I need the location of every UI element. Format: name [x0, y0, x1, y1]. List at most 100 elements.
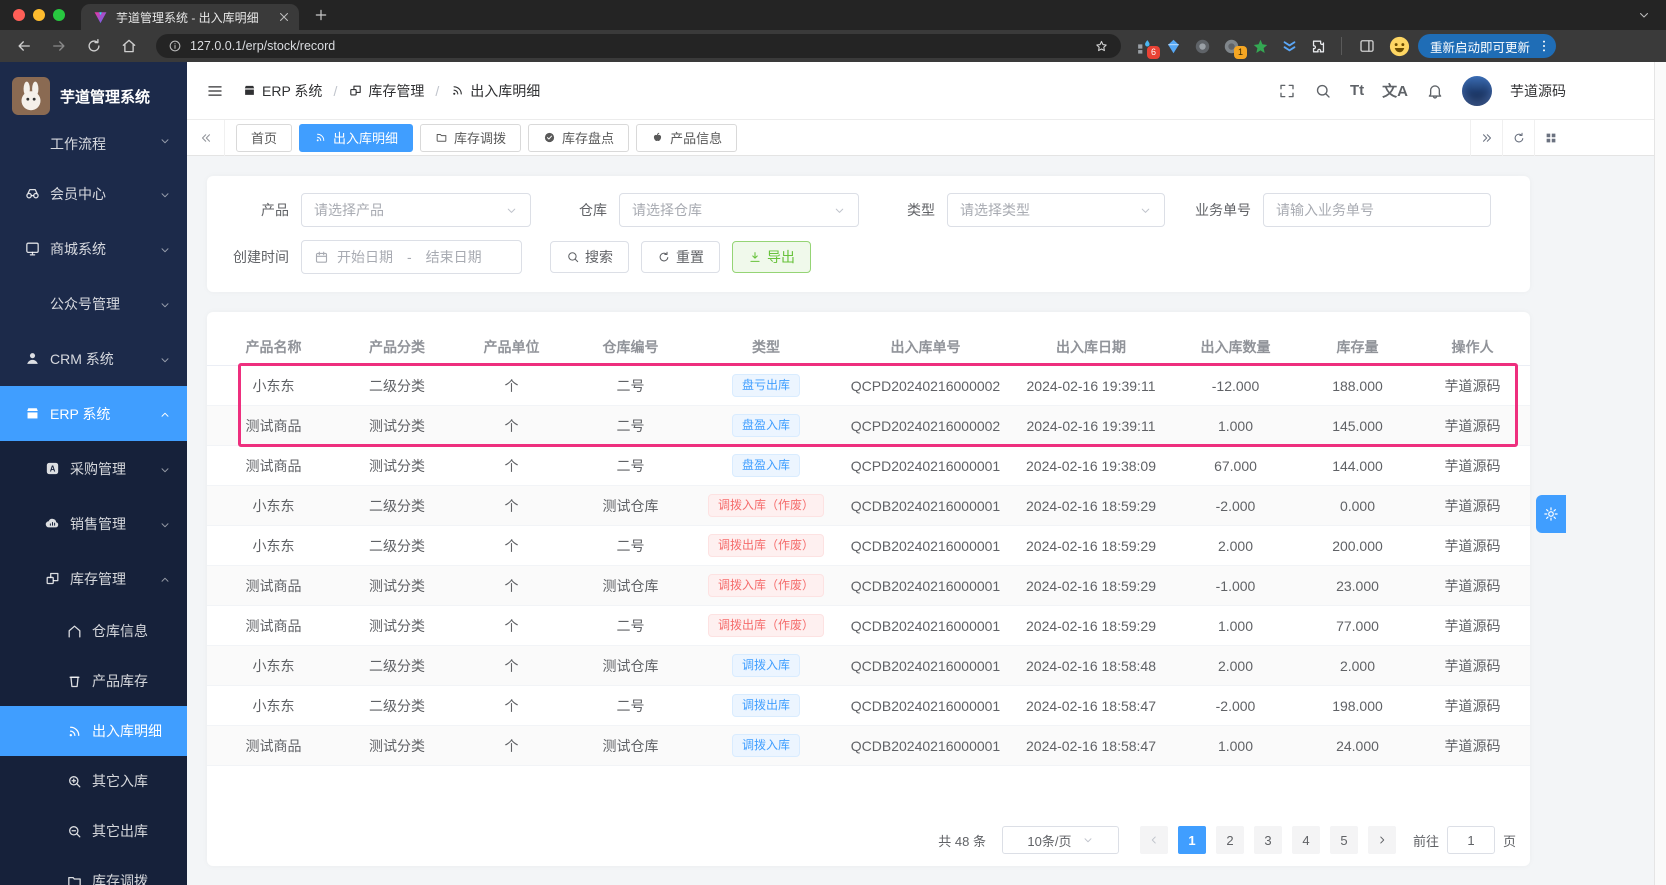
sidebar-item-mall[interactable]: 商城系统: [0, 221, 187, 276]
sidebar-item-zoom-out[interactable]: 其它出库: [0, 806, 187, 856]
fullscreen-icon[interactable]: [1278, 82, 1296, 100]
extension-star[interactable]: [1250, 35, 1272, 57]
app-logo[interactable]: 芋道管理系统: [0, 62, 187, 130]
back-button[interactable]: [15, 37, 33, 55]
view-tab[interactable]: 首页: [236, 124, 292, 152]
page-button-2[interactable]: 2: [1216, 826, 1244, 854]
type-badge: 调拨出库（作废）: [708, 534, 824, 558]
cell-category: 测试分类: [340, 616, 454, 636]
cell-stock: 77.000: [1300, 618, 1415, 634]
page-button-4[interactable]: 4: [1292, 826, 1320, 854]
prev-page-button[interactable]: [1140, 826, 1168, 854]
page-button-1[interactable]: 1: [1178, 826, 1206, 854]
page-scrollbar[interactable]: [1654, 62, 1666, 885]
next-page-button[interactable]: [1368, 826, 1396, 854]
reset-button[interactable]: 重置: [641, 241, 720, 273]
tab-search-button[interactable]: [1636, 8, 1652, 22]
sidebar-item-member[interactable]: 会员中心: [0, 166, 187, 221]
cell-date: 2024-02-16 18:59:29: [1011, 498, 1171, 514]
view-tab[interactable]: 出入库明细: [299, 124, 413, 152]
cell-qty: -2.000: [1171, 498, 1300, 514]
cell-category: 测试分类: [340, 736, 454, 756]
minimize-window-button[interactable]: [33, 9, 45, 21]
extension-blocks[interactable]: 6: [1134, 35, 1156, 57]
user-avatar[interactable]: [1462, 76, 1492, 106]
url-text: 127.0.0.1/erp/stock/record: [190, 39, 1086, 53]
maximize-window-button[interactable]: [53, 9, 65, 21]
page-button-3[interactable]: 3: [1254, 826, 1282, 854]
new-tab-button[interactable]: [313, 7, 329, 23]
warehouse-select[interactable]: 请选择仓库: [619, 193, 859, 227]
close-window-button[interactable]: [13, 9, 25, 21]
sidebar-item-record[interactable]: 出入库明细: [0, 706, 187, 756]
sidebar-item-warehouse[interactable]: 仓库信息: [0, 606, 187, 656]
type-select[interactable]: 请选择类型: [947, 193, 1165, 227]
sidebar-item-zoom-in[interactable]: 其它入库: [0, 756, 187, 806]
language-icon[interactable]: 文A: [1382, 80, 1408, 101]
goto-page-input[interactable]: [1447, 826, 1495, 854]
collapse-sidebar-button[interactable]: [206, 82, 224, 100]
sidebar-item-purchase[interactable]: A采购管理: [0, 441, 187, 496]
cell-type: 调拨出库（作废）: [692, 614, 840, 638]
sidebar-item-product[interactable]: 产品库存: [0, 656, 187, 706]
tab-close-icon[interactable]: [277, 10, 291, 24]
bookmark-star-icon[interactable]: [1094, 39, 1109, 54]
view-tab[interactable]: 产品信息: [636, 124, 737, 152]
cell-stock: 2.000: [1300, 658, 1415, 674]
order-no-input[interactable]: [1263, 193, 1491, 227]
cell-operator: 芋道源码: [1415, 616, 1530, 636]
breadcrumb-item[interactable]: 库存管理: [348, 81, 424, 101]
product-select[interactable]: 请选择产品: [301, 193, 531, 227]
breadcrumb-item[interactable]: 出入库明细: [450, 81, 540, 101]
page-size-select[interactable]: 10条/页: [1002, 826, 1119, 854]
layout-grid-button[interactable]: [1534, 120, 1566, 156]
tabs-scroll-right-button[interactable]: [1470, 120, 1502, 156]
download-icon: [748, 250, 762, 264]
sidebar-item-crm[interactable]: CRM 系统: [0, 331, 187, 386]
sidebar-item-sale[interactable]: 销售管理: [0, 496, 187, 551]
page-button-5[interactable]: 5: [1330, 826, 1358, 854]
cell-warehouse: 二号: [569, 456, 692, 476]
settings-drawer-button[interactable]: [1536, 495, 1566, 533]
reload-button[interactable]: [85, 37, 103, 55]
export-button[interactable]: 导出: [732, 241, 811, 273]
site-info-icon[interactable]: [168, 39, 182, 53]
sidebar-item-item-0[interactable]: 工作流程: [0, 130, 187, 166]
chevron-down-icon: [159, 243, 171, 255]
cell-operator: 芋道源码: [1415, 576, 1530, 596]
sidebar-item-folder[interactable]: 库存调拨: [0, 856, 187, 885]
table-row: 小东东二级分类个二号盘亏出库QCPD202402160000022024-02-…: [207, 366, 1530, 406]
search-icon[interactable]: [1314, 82, 1332, 100]
cell-qty: 1.000: [1171, 618, 1300, 634]
chrome-menu-icon[interactable]: [1536, 38, 1552, 54]
extension-gem[interactable]: [1163, 35, 1185, 57]
sidebar-item-stock[interactable]: 库存管理: [0, 551, 187, 606]
notification-bell-icon[interactable]: [1426, 82, 1444, 100]
tabs-scroll-left-button[interactable]: [187, 120, 225, 156]
breadcrumb-item[interactable]: ERP 系统: [242, 81, 322, 101]
cell-qty: 67.000: [1171, 458, 1300, 474]
member-icon: [24, 185, 41, 202]
extension-session[interactable]: 1: [1221, 35, 1243, 57]
view-tab[interactable]: 库存盘点: [528, 124, 629, 152]
address-bar[interactable]: 127.0.0.1/erp/stock/record: [156, 34, 1121, 58]
side-panel-button[interactable]: [1358, 37, 1376, 55]
forward-button[interactable]: [50, 37, 68, 55]
user-name[interactable]: 芋道源码: [1510, 81, 1566, 101]
extensions-puzzle-icon[interactable]: [1308, 35, 1330, 57]
sidebar-item-item-3[interactable]: 公众号管理: [0, 276, 187, 331]
view-tab[interactable]: 库存调拨: [420, 124, 521, 152]
browser-tab[interactable]: 芋道管理系统 - 出入库明细: [81, 4, 299, 30]
font-size-icon[interactable]: Tt: [1350, 82, 1364, 99]
search-button[interactable]: 搜索: [550, 241, 629, 273]
extension-circle[interactable]: [1192, 35, 1214, 57]
chrome-update-button[interactable]: 重新启动即可更新: [1418, 34, 1556, 58]
profile-avatar[interactable]: [1388, 35, 1411, 58]
refresh-view-button[interactable]: [1502, 120, 1534, 156]
sidebar-item-erp[interactable]: ERP 系统: [0, 386, 187, 441]
home-button[interactable]: [120, 37, 138, 55]
cell-warehouse: 测试仓库: [569, 736, 692, 756]
cell-category: 二级分类: [340, 376, 454, 396]
extension-chevrons[interactable]: [1279, 35, 1301, 57]
date-range-input[interactable]: 开始日期 - 结束日期: [301, 240, 522, 274]
